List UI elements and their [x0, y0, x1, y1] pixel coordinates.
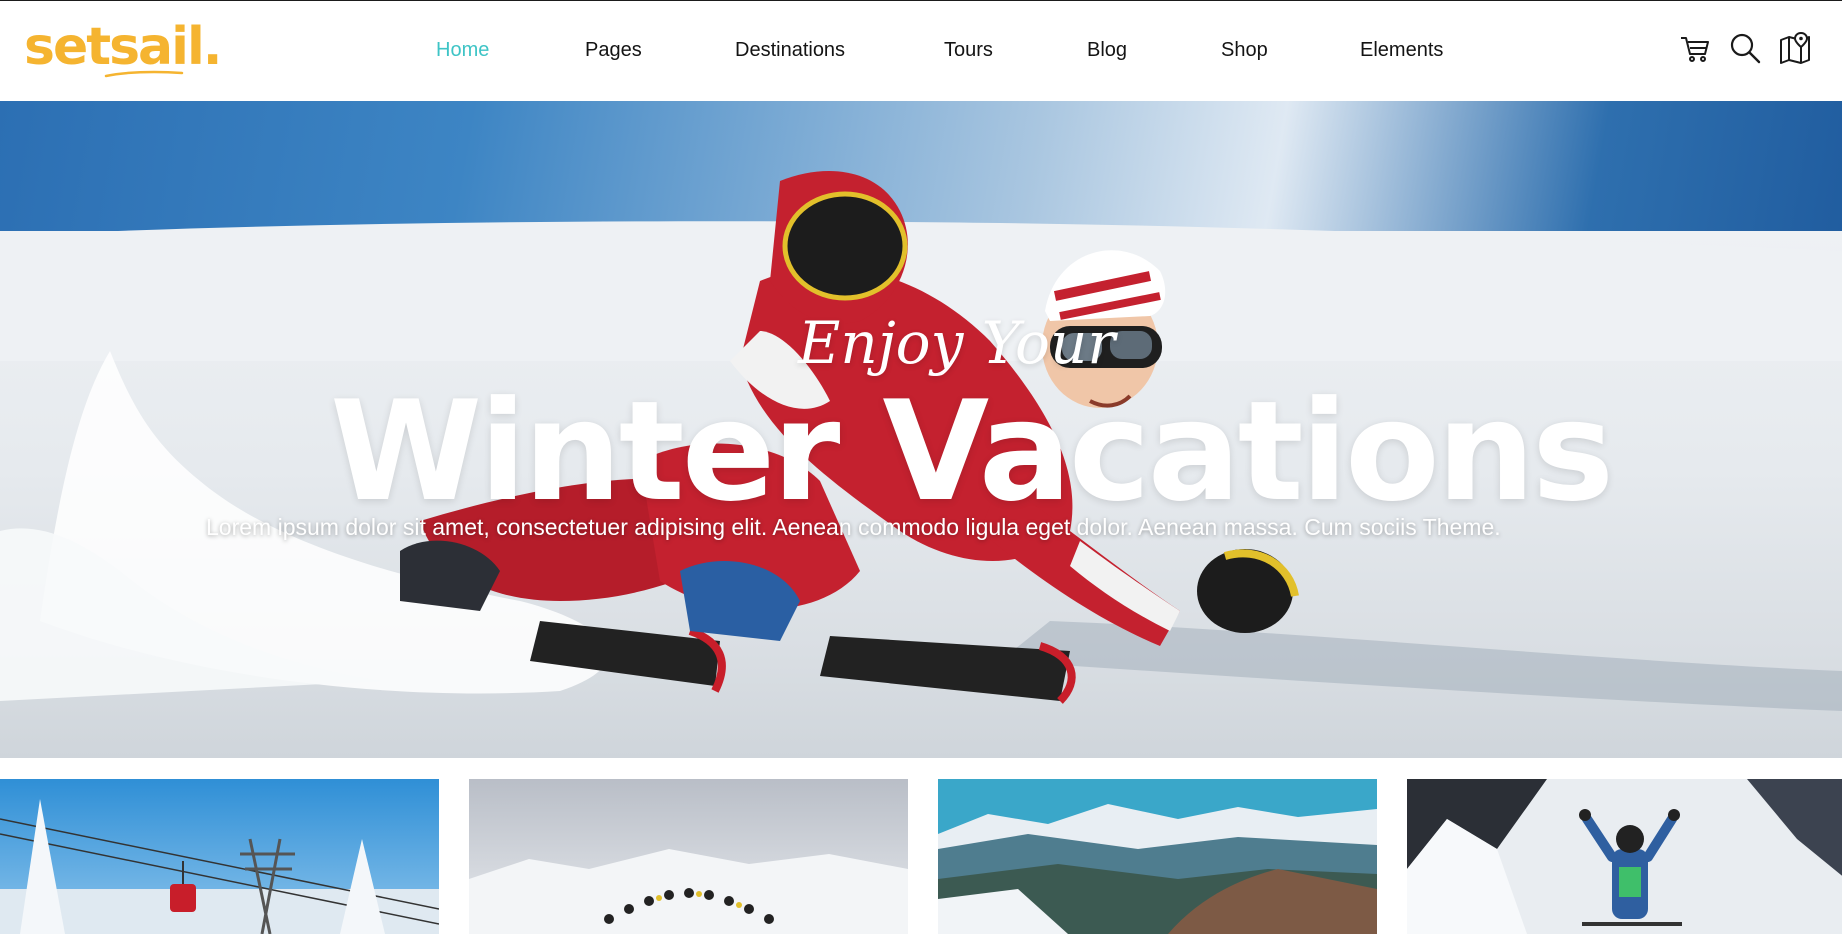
- logo[interactable]: setsail.: [24, 11, 223, 83]
- map-icon[interactable]: [1778, 31, 1812, 65]
- nav-pages[interactable]: Pages: [585, 39, 642, 62]
- nav-destinations[interactable]: Destinations: [735, 39, 845, 62]
- nav-tours[interactable]: Tours: [944, 39, 993, 62]
- hero-script-title: Enjoy Your: [798, 309, 1116, 377]
- hero-headline: Winter Vacations: [330, 371, 1614, 532]
- card-jump-sequence[interactable]: [469, 779, 908, 934]
- site-header: setsail. Home Pages Destinations Tours B…: [0, 1, 1842, 101]
- card-mountain-valley[interactable]: [938, 779, 1377, 934]
- jump-sequence-photo: [469, 779, 908, 934]
- search-icon[interactable]: [1728, 31, 1762, 65]
- logo-text: setsail.: [24, 17, 223, 77]
- card-ski-lift[interactable]: [0, 779, 439, 934]
- logo-swoosh-icon: [104, 70, 184, 78]
- nav-shop[interactable]: Shop: [1221, 39, 1268, 62]
- cart-icon[interactable]: [1678, 31, 1712, 65]
- nav-home[interactable]: Home: [436, 39, 489, 62]
- mountain-valley-photo: [938, 779, 1377, 934]
- nav-elements[interactable]: Elements: [1360, 39, 1443, 62]
- nav-blog[interactable]: Blog: [1087, 39, 1127, 62]
- climber-summit-photo: [1407, 779, 1842, 934]
- card-climber-summit[interactable]: [1407, 779, 1842, 934]
- hero-subtitle: Lorem ipsum dolor sit amet, consectetuer…: [206, 514, 1501, 540]
- ski-lift-photo: [0, 779, 439, 934]
- hero-caption: Enjoy Your Winter Vacations Lorem ipsum …: [0, 101, 1842, 758]
- hero-slider: Enjoy Your Winter Vacations Lorem ipsum …: [0, 101, 1842, 758]
